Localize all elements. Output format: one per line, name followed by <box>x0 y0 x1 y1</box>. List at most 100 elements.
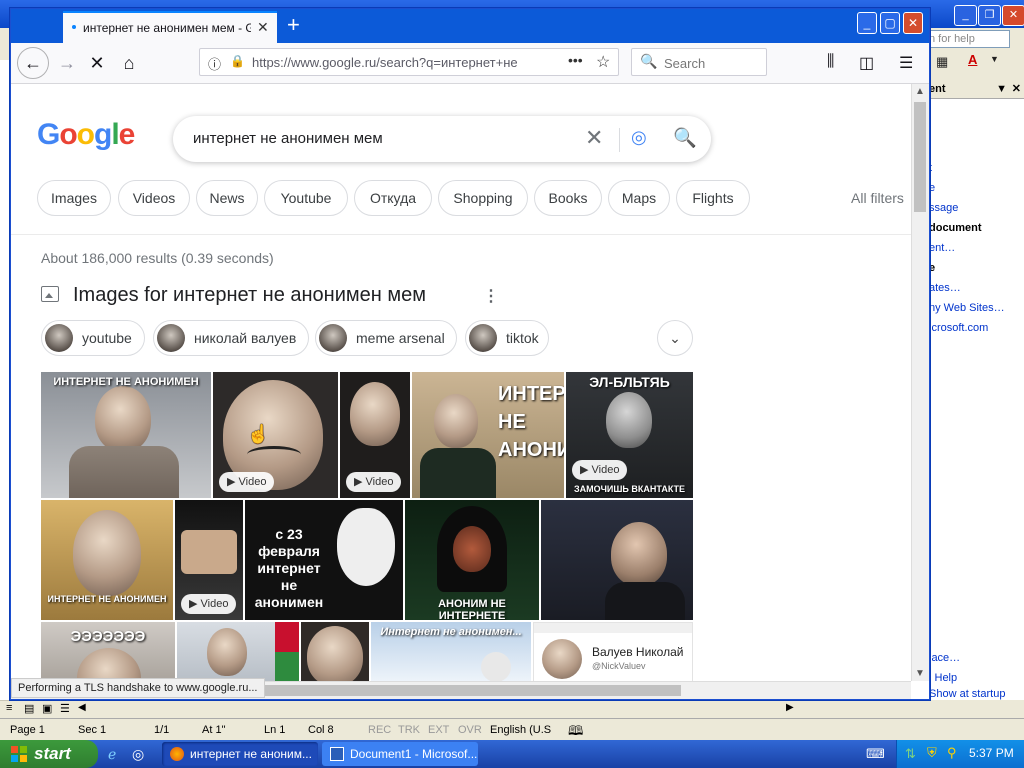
filter-chip[interactable]: Books <box>534 180 602 216</box>
scroll-up-icon[interactable]: ▲ <box>915 86 925 97</box>
site-info-icon[interactable]: ⓘ <box>208 54 221 73</box>
google-lens-icon[interactable]: ◎ <box>631 127 647 148</box>
task-pane-link[interactable]: ates… <box>929 282 961 294</box>
word-minimize-button[interactable]: _ <box>954 5 977 26</box>
new-tab-button[interactable]: + <box>287 13 300 37</box>
font-color-icon[interactable]: A <box>968 52 977 67</box>
related-search-pill[interactable]: николай валуев <box>153 320 309 356</box>
tab-close-icon[interactable]: ✕ <box>257 19 269 36</box>
image-result[interactable] <box>177 622 299 681</box>
bookmark-star-icon[interactable]: ☆ <box>596 52 610 72</box>
image-result[interactable]: ИНТЕР НЕ АНОНИ <box>412 372 564 498</box>
related-search-pill[interactable]: meme arsenal <box>315 320 457 356</box>
filter-chip[interactable]: Maps <box>608 180 670 216</box>
related-search-pill[interactable]: youtube <box>41 320 145 356</box>
menu-icon[interactable]: ☰ <box>899 53 913 73</box>
status-ovr[interactable]: OVR <box>458 724 482 736</box>
image-result[interactable]: АНОНИМ НЕ ИНТЕРНЕТЕ <box>405 500 539 620</box>
maximize-button[interactable]: ▢ <box>880 12 900 34</box>
filter-chip[interactable]: Shopping <box>438 180 528 216</box>
all-filters-button[interactable]: All filters <box>851 190 904 206</box>
sidebar-icon[interactable]: ◫ <box>859 53 874 73</box>
video-result[interactable]: ЭЛ-БЛЬТЯЬ ЗАМОЧИШЬ ВКАНТАКТЕ ▶ Video <box>566 372 693 498</box>
taskbar-firefox[interactable]: интернет не аноним... <box>162 742 318 766</box>
task-pane-close-icon[interactable]: ✕ <box>1012 80 1021 98</box>
security-shield-icon[interactable]: ⛨ <box>927 745 937 761</box>
image-result[interactable]: ЭЭЭЭЭЭЭ <box>41 622 175 681</box>
google-logo[interactable]: Google <box>37 118 135 152</box>
filter-chip[interactable]: Videos <box>118 180 190 216</box>
filter-chip[interactable]: Youtube <box>264 180 348 216</box>
keyboard-icon[interactable]: ⌨ <box>866 746 885 762</box>
expand-related-icon[interactable]: ⌄ <box>657 320 693 356</box>
google-search-icon[interactable]: 🔍 <box>673 126 697 150</box>
image-result[interactable]: Интернет не анонимен... <box>371 622 531 681</box>
image-result[interactable]: ИНТЕРНЕТ НЕ АНОНИМЕН <box>41 372 211 498</box>
url-bar[interactable]: ⓘ 🔒 https://www.google.ru/search?q=интер… <box>199 48 619 76</box>
task-pane-link[interactable]: lace… <box>929 652 960 664</box>
url-text[interactable]: https://www.google.ru/search?q=интернет+… <box>252 55 532 70</box>
google-search-box[interactable]: интернет не анонимен мем ✕ ◎ 🔍 <box>173 116 711 162</box>
minimize-button[interactable]: _ <box>857 12 877 34</box>
image-result[interactable]: ИНТЕРНЕТ НЕ АНОНИМЕН <box>41 500 173 620</box>
borders-icon[interactable]: ▦ <box>936 54 948 70</box>
status-ext[interactable]: EXT <box>428 724 449 736</box>
library-icon[interactable]: ⫼ <box>827 53 834 71</box>
browser-tab[interactable]: интернет не анонимен мем - Google Search… <box>63 11 277 43</box>
web-view-icon[interactable]: ▤ <box>24 702 34 715</box>
video-result[interactable]: ▶ Video <box>175 500 243 620</box>
horizontal-scroll-thumb[interactable] <box>261 685 681 696</box>
taskbar-word[interactable]: Document1 - Microsof... <box>322 742 478 766</box>
scroll-left-icon[interactable]: ◀ <box>78 702 86 713</box>
page-actions-icon[interactable]: ••• <box>568 52 583 68</box>
scroll-thumb[interactable] <box>914 102 926 212</box>
images-heading[interactable]: Images for интернет не анонимен мем <box>73 284 426 307</box>
more-options-icon[interactable]: ⋮ <box>483 286 499 306</box>
browser-search-box[interactable]: 🔍 Search <box>631 48 767 76</box>
task-pane-link[interactable]: ent… <box>929 242 955 254</box>
filter-chip[interactable]: News <box>196 180 258 216</box>
back-button[interactable]: ← <box>17 47 49 79</box>
status-rec[interactable]: REC <box>368 724 391 736</box>
network-icon[interactable]: ⇅ <box>905 746 916 762</box>
task-pane-dropdown-icon[interactable]: ▼ <box>996 80 1007 98</box>
image-result[interactable] <box>541 500 693 620</box>
scroll-down-icon[interactable]: ▼ <box>915 668 925 679</box>
lock-icon[interactable]: 🔒 <box>230 54 245 68</box>
close-window-button[interactable]: ✕ <box>903 12 923 34</box>
image-result[interactable]: Валуев Николай @NickValuev <box>533 622 693 681</box>
word-horizontal-scrollbar[interactable]: ≡ ▤ ▣ ☰ ◀ ▶ <box>0 700 800 717</box>
task-pane-link[interactable]: l Help <box>929 672 957 684</box>
related-search-pill[interactable]: tiktok <box>465 320 549 356</box>
google-query[interactable]: интернет не анонимен мем <box>193 130 383 147</box>
print-view-icon[interactable]: ▣ <box>42 702 52 715</box>
video-result[interactable]: ▶ Video <box>340 372 410 498</box>
outline-view-icon[interactable]: ☰ <box>60 702 70 715</box>
status-language[interactable]: English (U.S <box>490 724 551 736</box>
vertical-scrollbar[interactable]: ▲ ▼ <box>911 84 929 681</box>
task-pane-link[interactable]: ssage <box>929 202 958 214</box>
status-trk[interactable]: TRK <box>398 724 420 736</box>
search-tray-icon[interactable]: ⚲ <box>947 745 957 761</box>
word-close-button[interactable]: ✕ <box>1002 5 1024 26</box>
font-color-dropdown-icon[interactable]: ▼ <box>990 54 999 64</box>
video-result[interactable]: ▶ Video <box>213 372 338 498</box>
task-pane-link[interactable]: icrosoft.com <box>929 322 988 334</box>
forward-button[interactable]: → <box>51 47 83 79</box>
task-pane-link[interactable]: Show at startup <box>929 688 1005 700</box>
home-button[interactable]: ⌂ <box>113 47 145 79</box>
word-restore-button[interactable]: ❐ <box>978 5 1001 26</box>
clear-search-icon[interactable]: ✕ <box>585 125 603 151</box>
scroll-right-icon[interactable]: ▶ <box>786 702 794 713</box>
start-button[interactable]: start <box>0 740 98 768</box>
image-result[interactable] <box>301 622 369 681</box>
task-pane-link[interactable]: ny Web Sites… <box>929 302 1005 314</box>
stop-loading-button[interactable]: ✕ <box>81 47 113 79</box>
filter-chip[interactable]: Flights <box>676 180 750 216</box>
filter-chip[interactable]: Откуда <box>354 180 432 216</box>
filter-chip[interactable]: Images <box>37 180 111 216</box>
image-result[interactable]: с 23 февраля интернет не анонимен <box>245 500 403 620</box>
word-help-box[interactable]: n for help <box>924 30 1010 48</box>
ie-quicklaunch-icon[interactable]: ℯ <box>108 746 116 763</box>
normal-view-icon[interactable]: ≡ <box>6 702 12 714</box>
